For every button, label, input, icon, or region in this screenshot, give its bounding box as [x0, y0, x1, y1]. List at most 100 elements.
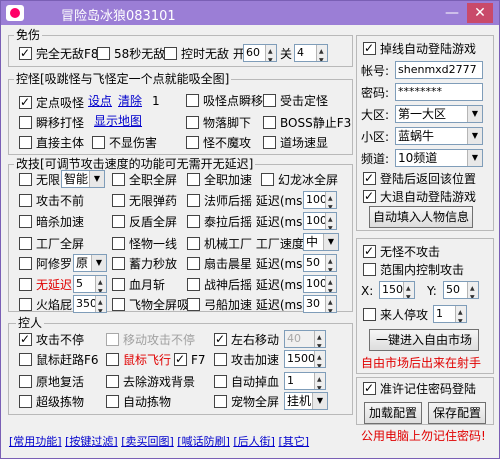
range-attack-checkbox[interactable] [363, 263, 376, 276]
no-cd-checkbox[interactable] [19, 173, 32, 186]
nav-link-key-filter[interactable]: [按键过滤] [65, 435, 118, 448]
mage-delay-input[interactable]: 100 [303, 191, 337, 209]
nav-link-other[interactable]: [其它] [278, 435, 309, 448]
full-screen-spd-checkbox[interactable] [187, 173, 200, 186]
no-ammo-checkbox[interactable] [112, 194, 125, 207]
dungeon-speed-checkbox[interactable] [263, 136, 276, 149]
channel-select[interactable]: 10频道 ▼ [395, 149, 483, 167]
show-coords-link[interactable]: 显示地图 [94, 114, 142, 128]
asura-checkbox[interactable] [19, 257, 32, 270]
nav-link-street[interactable]: [后人街] [233, 435, 275, 448]
remove-bg-checkbox[interactable] [106, 375, 119, 388]
storm-instant-checkbox[interactable] [112, 257, 125, 270]
f7-checkbox[interactable] [174, 352, 187, 366]
immunity-group-title: 免伤 [14, 28, 43, 42]
boss-stop-checkbox[interactable] [263, 116, 276, 129]
region-label: 大区: [361, 108, 390, 122]
flying-full-checkbox[interactable] [112, 298, 125, 311]
no-delay-checkbox[interactable] [19, 278, 32, 291]
auto-loot-checkbox[interactable] [106, 395, 119, 408]
monster-line-checkbox[interactable] [112, 237, 125, 250]
attack-speed-input[interactable]: 1500 [284, 350, 326, 368]
attack-speed-checkbox[interactable] [214, 353, 227, 366]
worker-full-checkbox[interactable] [19, 237, 32, 250]
lr-move-checkbox[interactable] [214, 332, 227, 346]
fill-info-button[interactable]: 自动填入人物信息 [369, 206, 473, 228]
move-attack-checkbox[interactable] [106, 333, 119, 346]
asura-label: 阿修罗 [36, 257, 73, 271]
attack-nonstop-checkbox[interactable] [19, 332, 32, 346]
phantom-full-checkbox[interactable] [261, 173, 274, 186]
clear-link[interactable]: 清除 [118, 94, 142, 108]
pet-full-select[interactable]: 挂机 ▼ [284, 392, 328, 410]
nav-link-trade[interactable]: [卖买回图] [121, 435, 174, 448]
fan-delay-checkbox[interactable] [187, 257, 200, 270]
atk-no-stop-checkbox[interactable] [19, 194, 32, 207]
asura-select[interactable]: 原 ▼ [73, 254, 107, 272]
title-bar[interactable]: 冒险岛冰狼083101 — ✕ [1, 1, 499, 25]
aran-delay-checkbox[interactable] [187, 215, 200, 228]
lr-move-input[interactable]: 40 [284, 330, 326, 348]
teleport-hit-checkbox[interactable] [19, 116, 32, 129]
mage-delay-checkbox[interactable] [187, 194, 200, 207]
server-select[interactable]: 蓝蜗牛 ▼ [395, 127, 483, 145]
timed-on-input[interactable]: 60 [243, 44, 277, 62]
return-pos-checkbox[interactable] [363, 171, 376, 185]
fan-delay-input[interactable]: 50 [303, 254, 337, 272]
account-input[interactable]: shenmxd2777 [395, 61, 483, 79]
bow-speed-input[interactable]: 30 [303, 295, 337, 313]
fixed-suck-checkbox[interactable] [19, 95, 32, 109]
load-config-button[interactable]: 加载配置 [364, 402, 422, 424]
fire-bomb-input[interactable]: 350 [73, 295, 107, 313]
y-input[interactable]: 50 [443, 281, 479, 299]
no-cd-select[interactable]: 智能 ▼ [61, 170, 105, 188]
item-under-foot-checkbox[interactable] [186, 116, 199, 129]
aran-delay-input[interactable]: 100 [303, 212, 337, 230]
x-input[interactable]: 150 [379, 281, 415, 299]
mouse-dash-checkbox[interactable] [19, 353, 32, 366]
warrior-delay-checkbox[interactable] [187, 278, 200, 291]
region-select[interactable]: 第一大区 ▼ [395, 105, 483, 123]
full-screen-atk-checkbox[interactable] [112, 173, 125, 186]
freeze-checkbox[interactable] [263, 94, 276, 107]
reverse-full-checkbox[interactable] [112, 215, 125, 228]
pet-full-value: 挂机 [287, 394, 312, 408]
bow-speed-checkbox[interactable] [187, 298, 200, 311]
suck-teleport-checkbox[interactable] [186, 94, 199, 107]
password-input[interactable]: ******** [395, 83, 483, 101]
fire-bomb-checkbox[interactable] [19, 298, 32, 311]
auto-stop-input[interactable]: 1 [433, 305, 467, 323]
move-attack-label: 移动攻击不停 [123, 333, 196, 347]
nodmg58-checkbox[interactable] [97, 47, 110, 60]
super-loot-checkbox[interactable] [19, 395, 32, 408]
close-button[interactable]: ✕ [467, 3, 493, 23]
pet-full-checkbox[interactable] [214, 395, 227, 408]
enter-market-button[interactable]: 一键进入自由市场 [369, 329, 479, 351]
auto-stop-checkbox[interactable] [363, 308, 376, 321]
no-monster-checkbox[interactable] [363, 244, 376, 258]
set-point-link[interactable]: 设点 [88, 94, 112, 108]
blood-cut-checkbox[interactable] [112, 278, 125, 291]
save-config-button[interactable]: 保存配置 [428, 402, 486, 424]
auto-hp-input[interactable]: 1 [284, 372, 326, 390]
timed-off-input[interactable]: 4 [294, 44, 328, 62]
auto-hp-checkbox[interactable] [214, 375, 227, 388]
timed-nodmg-checkbox[interactable] [164, 47, 177, 60]
big-retreat-checkbox[interactable] [363, 189, 376, 203]
mouse-fly-checkbox[interactable] [106, 353, 119, 366]
full-nodmg-checkbox[interactable] [19, 46, 32, 60]
no-knockback-checkbox[interactable] [186, 136, 199, 149]
revive-checkbox[interactable] [19, 375, 32, 388]
warrior-delay-input[interactable]: 100 [303, 275, 337, 293]
dark-speed-checkbox[interactable] [19, 215, 32, 228]
factory-speed-select[interactable]: 中 ▼ [303, 233, 339, 251]
nav-link-common[interactable]: [常用功能] [9, 435, 62, 448]
disconnect-relogin-checkbox[interactable] [363, 41, 376, 55]
factory-speed-checkbox[interactable] [187, 237, 200, 250]
minimize-button[interactable]: — [439, 3, 465, 23]
remember-pw-checkbox[interactable] [363, 381, 376, 395]
nav-link-shout[interactable]: [喊话防刷] [177, 435, 230, 448]
attack-direct-checkbox[interactable] [19, 136, 32, 149]
no-dmg-show-checkbox[interactable] [92, 136, 105, 149]
no-delay-input[interactable]: 5 [73, 275, 107, 293]
